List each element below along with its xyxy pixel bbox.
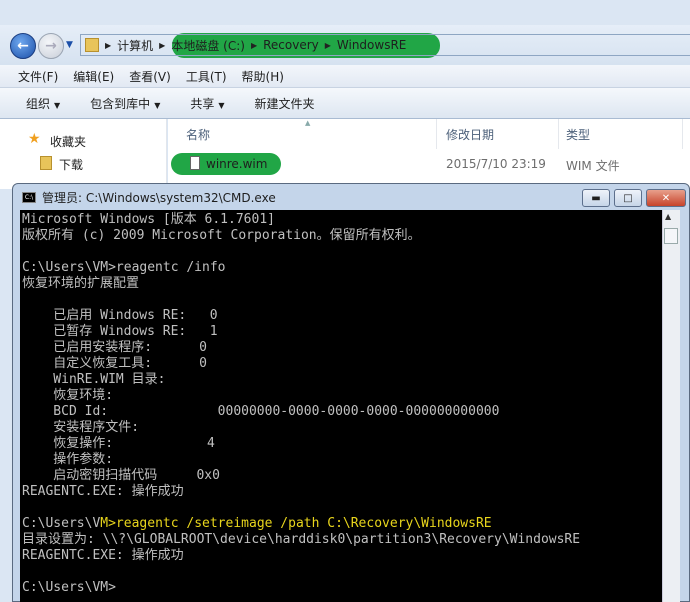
- organize-button[interactable]: 组织 ▼: [26, 95, 60, 112]
- breadcrumb-recovery[interactable]: Recovery: [263, 38, 319, 52]
- console-line: 恢复环境的扩展配置: [22, 276, 140, 291]
- console-line: 已启用 Windows RE: 0: [22, 308, 218, 323]
- chevron-right-icon: ▶: [105, 40, 112, 50]
- menu-tools[interactable]: 工具(T): [186, 68, 227, 85]
- folder-icon: [85, 38, 99, 52]
- include-library-button[interactable]: 包含到库中 ▼: [90, 95, 160, 112]
- address-bar[interactable]: ▶ 计算机 ▶ 本地磁盘 (C:) ▶ Recovery ▶ WindowsRE: [80, 34, 690, 56]
- share-label: 共享: [190, 96, 215, 111]
- console-line: REAGENTC.EXE: 操作成功: [22, 484, 184, 499]
- console-line: 启动密钥扫描代码 0x0: [22, 468, 220, 483]
- console-line: C:\Users\VM>reagentc /info: [22, 260, 226, 275]
- breadcrumb-computer[interactable]: 计算机: [117, 37, 153, 54]
- breadcrumb-windowsre[interactable]: WindowsRE: [337, 38, 407, 52]
- nav-favorites[interactable]: 收藏夹: [50, 133, 86, 150]
- console-line: 版权所有 (c) 2009 Microsoft Corporation。保留所有…: [22, 228, 421, 243]
- scrollbar-thumb[interactable]: [664, 228, 678, 244]
- forward-button[interactable]: →: [38, 33, 64, 59]
- cmd-icon: C:\: [22, 191, 36, 203]
- downloads-folder-icon: [40, 156, 52, 170]
- console-line: 操作参数:: [22, 452, 114, 467]
- console-line: REAGENTC.EXE: 操作成功: [22, 548, 184, 563]
- maximize-button[interactable]: □: [614, 189, 642, 207]
- console-line: BCD Id: 00000000-0000-0000-0000-00000000…: [22, 404, 500, 419]
- sort-ascending-icon: ▲: [305, 119, 311, 127]
- menu-file[interactable]: 文件(F): [18, 68, 58, 85]
- menu-edit[interactable]: 编辑(E): [73, 68, 114, 85]
- menu-help[interactable]: 帮助(H): [242, 68, 284, 85]
- star-icon: ★: [28, 131, 41, 147]
- file-date: 2015/7/10 23:19: [446, 157, 546, 171]
- organize-label: 组织: [26, 96, 51, 111]
- close-button[interactable]: ✕: [646, 189, 686, 207]
- console-line: 安装程序文件:: [22, 420, 140, 435]
- minimize-button[interactable]: ▬: [582, 189, 610, 207]
- chevron-right-icon: ▶: [250, 40, 258, 50]
- console-line: 恢复环境:: [22, 388, 114, 403]
- file-type: WIM 文件: [566, 159, 620, 173]
- highlighted-command: M>reagentc /setreimage /path C:\Recovery…: [100, 516, 492, 531]
- chevron-right-icon: ▶: [324, 40, 331, 50]
- dropdown-icon: ▼: [54, 100, 61, 110]
- console-line-highlighted: C:\Users\VM>reagentc /setreimage /path C…: [22, 516, 662, 532]
- console-line: 已暂存 Windows RE: 1: [22, 324, 218, 339]
- history-dropdown-icon[interactable]: ▼: [66, 40, 73, 50]
- console-scrollbar[interactable]: [662, 210, 680, 602]
- column-date[interactable]: 修改日期: [446, 126, 494, 143]
- console-line: 自定义恢复工具: 0: [22, 356, 207, 371]
- cmd-title: 管理员: C:\Windows\system32\CMD.exe: [42, 190, 276, 205]
- file-name[interactable]: winre.wim: [206, 157, 267, 171]
- back-button[interactable]: ←: [10, 33, 36, 59]
- nav-downloads[interactable]: 下载: [59, 156, 83, 173]
- column-divider: [558, 119, 559, 149]
- menu-view[interactable]: 查看(V): [129, 68, 171, 85]
- share-button[interactable]: 共享 ▼: [190, 95, 224, 112]
- column-type[interactable]: 类型: [566, 126, 590, 143]
- file-icon: [190, 156, 200, 170]
- chevron-right-icon: ▶: [159, 40, 166, 50]
- column-name[interactable]: 名称: [186, 126, 210, 143]
- dropdown-icon: ▼: [218, 100, 225, 110]
- menu-bar: 文件(F) 编辑(E) 查看(V) 工具(T) 帮助(H): [0, 65, 690, 88]
- console-line: 目录设置为: \\?\GLOBALROOT\device\harddisk0\p…: [22, 532, 581, 547]
- dropdown-icon: ▼: [154, 100, 161, 110]
- column-divider: [682, 119, 683, 149]
- breadcrumb-drive[interactable]: 本地磁盘 (C:): [171, 37, 245, 54]
- console-line: 已启用安装程序: 0: [22, 340, 207, 355]
- console-line: WinRE.WIM 目录:: [22, 372, 166, 387]
- navigation-pane: [0, 119, 167, 189]
- console-line: Microsoft Windows [版本 6.1.7601]: [22, 212, 275, 227]
- column-divider: [436, 119, 437, 149]
- prompt-prefix: C:\Users\V: [22, 516, 101, 531]
- console-line: 恢复操作: 4: [22, 436, 215, 451]
- console-line: C:\Users\VM>: [22, 580, 116, 595]
- command-bar: 组织 ▼ 包含到库中 ▼ 共享 ▼ 新建文件夹: [0, 88, 690, 119]
- scroll-up-icon[interactable]: ▲: [665, 212, 671, 221]
- new-folder-button[interactable]: 新建文件夹: [255, 95, 315, 112]
- console-output[interactable]: Microsoft Windows [版本 6.1.7601] 版权所有 (c) …: [20, 210, 662, 602]
- include-library-label: 包含到库中: [90, 96, 151, 111]
